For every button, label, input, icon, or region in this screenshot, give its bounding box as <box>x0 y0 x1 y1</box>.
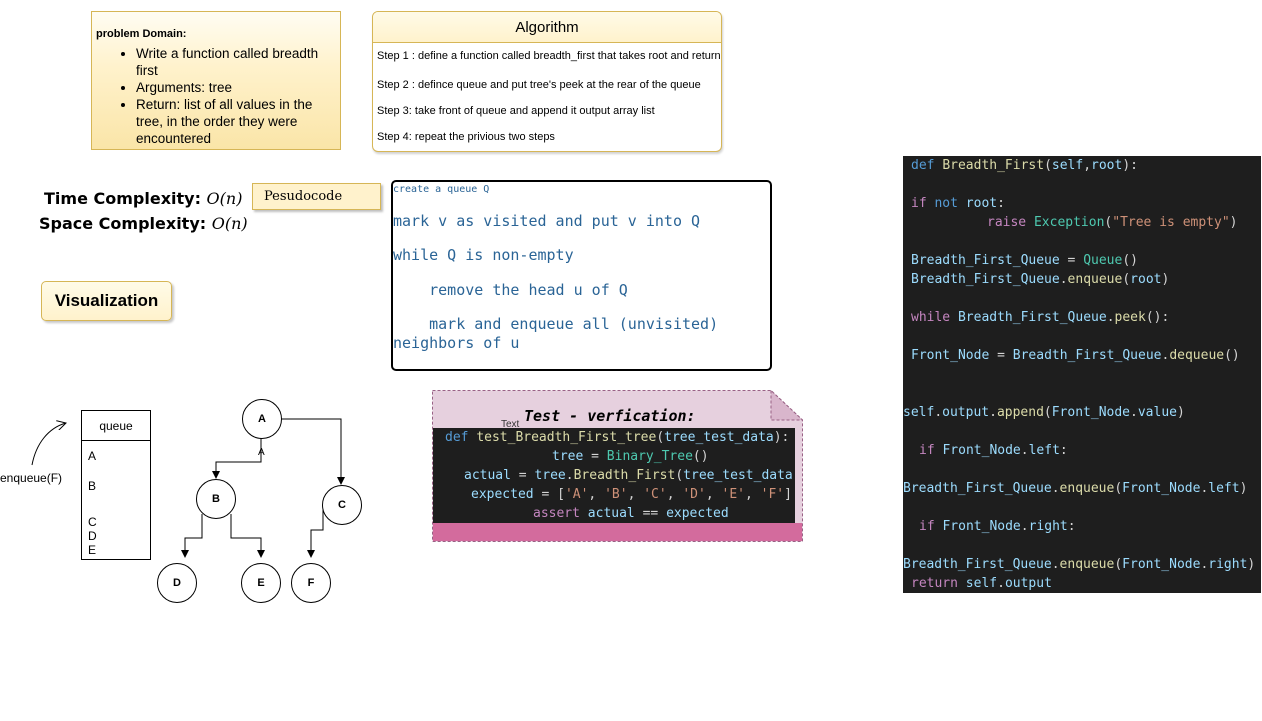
tree-node: A <box>242 399 282 439</box>
edge-c-f <box>307 504 324 558</box>
tree-node: B <box>196 479 236 519</box>
tree-node: C <box>322 485 362 525</box>
edge-a-c <box>281 418 345 485</box>
edge-b-d <box>181 514 203 558</box>
tree-node: E <box>241 563 281 603</box>
tree-node: D <box>157 563 197 603</box>
tree-node: F <box>291 563 331 603</box>
tree-edges <box>31 418 345 558</box>
edge-a-b <box>212 438 262 479</box>
edge-b-e <box>230 514 265 558</box>
enqueue-arrow <box>31 423 66 466</box>
edge-label: A <box>258 447 265 458</box>
